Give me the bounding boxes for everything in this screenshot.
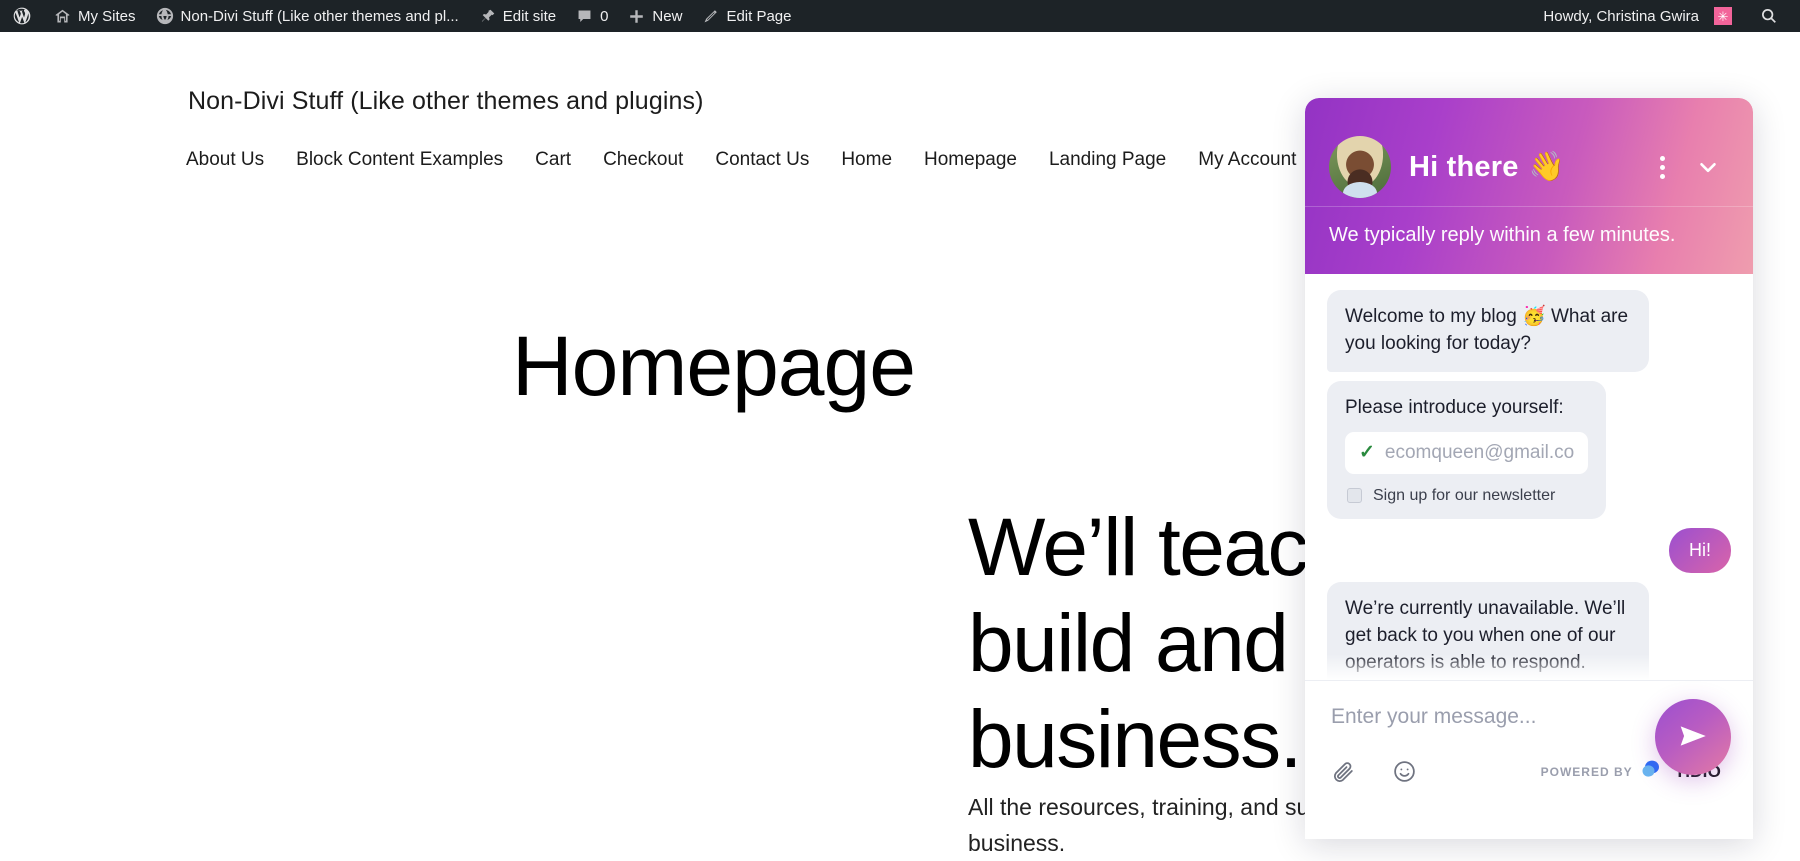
chat-message-row: Hi! [1327, 527, 1731, 573]
pin-icon [479, 8, 496, 25]
wp-admin-bar: My Sites Non-Divi Stuff (Like other them… [0, 0, 1800, 32]
admin-bar-my-account[interactable]: Howdy, Christina Gwira ✳ [1531, 0, 1744, 32]
nav-item-contact-us[interactable]: Contact Us [715, 149, 831, 171]
comment-icon [576, 8, 593, 25]
admin-bar-edit-site[interactable]: Edit site [469, 0, 566, 32]
chat-header-actions [1656, 150, 1729, 184]
nav-item-cart[interactable]: Cart [535, 149, 593, 171]
nav-item-homepage[interactable]: Homepage [924, 149, 1039, 171]
newsletter-checkbox-row[interactable]: Sign up for our newsletter [1345, 487, 1588, 505]
site-icon [156, 7, 174, 25]
my-sites-icon [54, 8, 71, 25]
admin-bar-right-group: Howdy, Christina Gwira ✳ [1531, 0, 1800, 32]
chat-header-top: Hi there 👋 [1305, 98, 1753, 206]
page-title: Homepage [512, 319, 916, 413]
wordpress-icon [12, 6, 32, 26]
admin-bar-comment-count: 0 [600, 7, 609, 25]
admin-bar-edit-page-label: Edit Page [726, 7, 792, 25]
nav-item-home[interactable]: Home [841, 149, 914, 171]
admin-bar-search-button[interactable] [1744, 7, 1790, 25]
admin-bar-left-group: My Sites Non-Divi Stuff (Like other them… [0, 0, 801, 32]
nav-item-landing-page[interactable]: Landing Page [1049, 149, 1188, 171]
plus-icon [628, 8, 645, 25]
chat-prechat-form-row: Please introduce yourself: ✓ ecomqueen@g… [1327, 380, 1731, 519]
email-field-value: ecomqueen@gmail.co [1384, 441, 1575, 463]
email-field[interactable]: ✓ ecomqueen@gmail.co [1345, 431, 1589, 474]
chat-reply-time: We typically reply within a few minutes. [1329, 224, 1676, 246]
chat-footer: Enter your message... POWERED BY [1305, 680, 1753, 839]
admin-bar-edit-site-label: Edit site [502, 7, 557, 25]
waving-hand-icon: 👋 [1528, 151, 1565, 183]
tidio-chat-widget: Hi there 👋 We typically reply within a f… [1305, 98, 1753, 839]
howdy-label: Howdy, Christina Gwira [1543, 7, 1699, 25]
admin-bar-new-label: New [652, 7, 683, 25]
smiley-icon[interactable] [1392, 759, 1417, 784]
search-icon [1760, 7, 1778, 25]
nav-item-block-content-examples[interactable]: Block Content Examples [296, 149, 525, 171]
tidio-logo-icon [1641, 759, 1667, 784]
pencil-icon [702, 8, 719, 25]
kebab-menu-icon[interactable] [1656, 152, 1669, 183]
newsletter-checkbox[interactable] [1347, 488, 1362, 504]
avatar: ✳ [1714, 7, 1732, 25]
chat-message-list[interactable]: Welcome to my blog 🥳 What are you lookin… [1305, 274, 1753, 680]
newsletter-label: Sign up for our newsletter [1373, 486, 1556, 504]
nav-item-about-us[interactable]: About Us [186, 149, 286, 171]
admin-bar-site-name-label: Non-Divi Stuff (Like other themes and pl… [180, 7, 459, 25]
chat-bot-message: Welcome to my blog 🥳 What are you lookin… [1327, 290, 1649, 372]
admin-bar-site-name[interactable]: Non-Divi Stuff (Like other themes and pl… [146, 0, 469, 32]
site-title[interactable]: Non-Divi Stuff (Like other themes and pl… [188, 87, 704, 116]
chat-greeting-text: Hi there [1409, 150, 1519, 183]
chat-header: Hi there 👋 We typically reply within a f… [1305, 98, 1753, 274]
admin-bar-new[interactable]: New [618, 0, 692, 32]
chat-header-divider [1305, 206, 1753, 207]
send-button[interactable] [1655, 699, 1731, 775]
nav-item-checkout[interactable]: Checkout [603, 149, 705, 171]
primary-navigation: About Us Block Content Examples Cart Che… [186, 149, 1394, 171]
admin-bar-edit-page[interactable]: Edit Page [692, 0, 801, 32]
paperclip-icon[interactable] [1331, 759, 1356, 784]
powered-by-label: POWERED BY [1540, 764, 1633, 779]
admin-bar-my-sites[interactable]: My Sites [44, 0, 146, 32]
send-icon [1676, 719, 1710, 756]
chat-message-row: Welcome to my blog 🥳 What are you lookin… [1327, 290, 1731, 372]
admin-bar-wordpress-logo[interactable] [0, 0, 44, 32]
checkmark-icon: ✓ [1359, 442, 1375, 464]
chevron-down-icon[interactable] [1691, 150, 1725, 184]
operator-avatar [1329, 136, 1391, 198]
nav-item-my-account[interactable]: My Account [1198, 149, 1318, 171]
prechat-form-label: Please introduce yourself: [1345, 396, 1564, 418]
prechat-form: Please introduce yourself: ✓ ecomqueen@g… [1327, 380, 1607, 519]
chat-bot-message: We’re currently unavailable. We’ll get b… [1327, 581, 1649, 680]
chat-message-row: We’re currently unavailable. We’ll get b… [1327, 581, 1731, 680]
chat-greeting: Hi there 👋 [1409, 150, 1638, 184]
admin-bar-my-sites-label: My Sites [78, 7, 136, 25]
chat-user-message: Hi! [1669, 527, 1731, 573]
admin-bar-comments[interactable]: 0 [566, 0, 618, 32]
